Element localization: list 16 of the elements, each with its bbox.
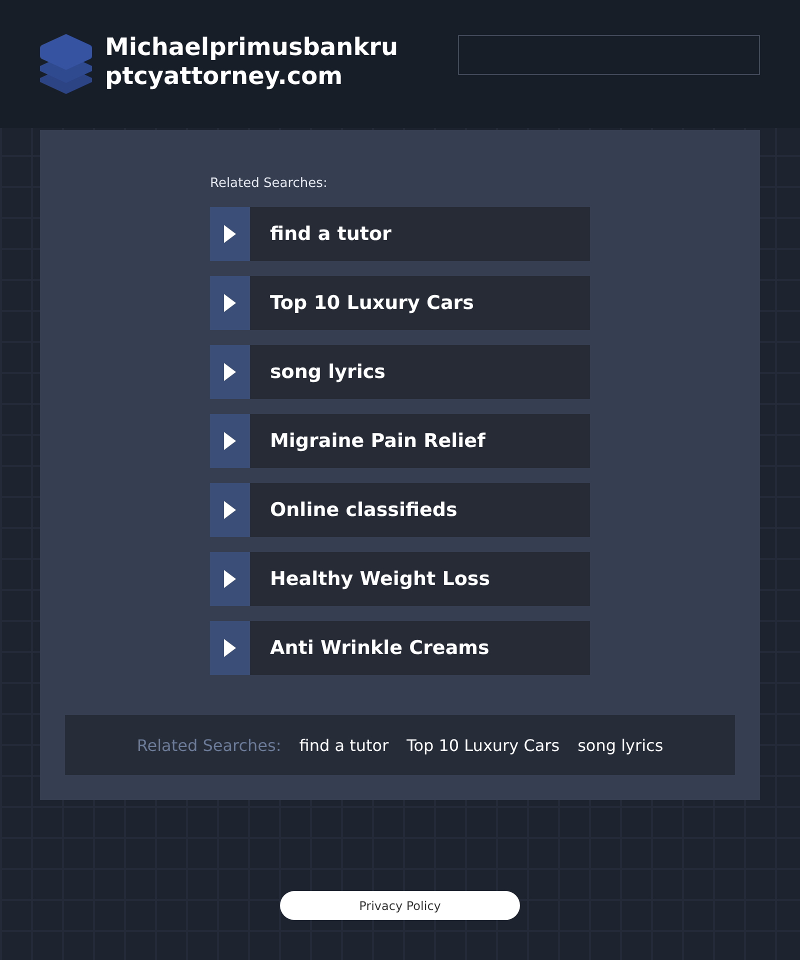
footer-search-link[interactable]: Top 10 Luxury Cars — [406, 736, 560, 754]
search-field[interactable] — [458, 35, 760, 75]
search-result-link[interactable]: Top 10 Luxury Cars — [210, 276, 590, 330]
privacy-policy-button[interactable]: Privacy Policy — [280, 891, 520, 920]
stacked-layers-icon — [40, 34, 92, 94]
related-searches-label: Related Searches: — [210, 176, 328, 192]
related-searches-label: Related Searches: — [136, 736, 282, 754]
site-title[interactable]: Michaelprimusbankruptcyattorney.com — [105, 33, 405, 91]
search-result-link[interactable]: Healthy Weight Loss — [210, 552, 590, 606]
search-result-link[interactable]: song lyrics — [210, 345, 590, 399]
footer-search-link[interactable]: find a tutor — [299, 736, 389, 754]
search-result-link[interactable]: Anti Wrinkle Creams — [210, 621, 590, 675]
search-result-link[interactable]: find a tutor — [210, 207, 590, 261]
search-result-link[interactable]: Migraine Pain Relief — [210, 414, 590, 468]
search-result-link[interactable]: Online classifieds — [210, 483, 590, 537]
footer-search-link[interactable]: song lyrics — [578, 736, 664, 754]
